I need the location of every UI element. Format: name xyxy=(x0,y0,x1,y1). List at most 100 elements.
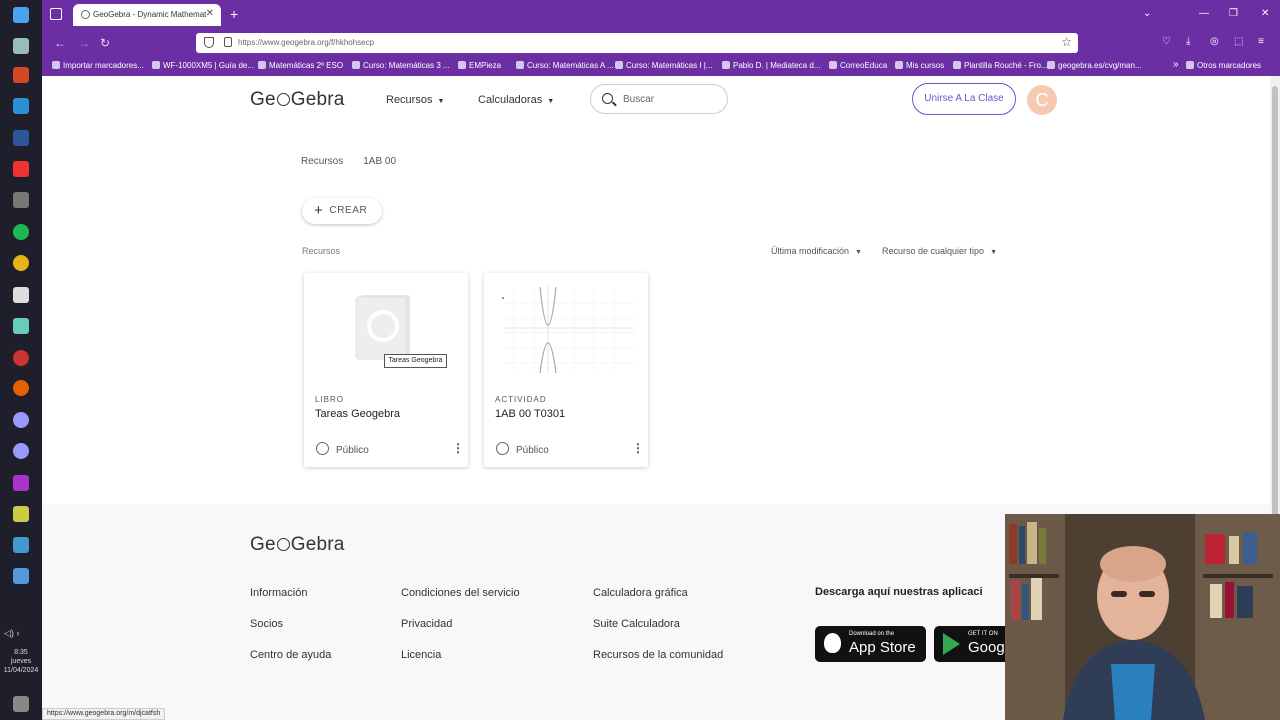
app-icon[interactable] xyxy=(13,475,29,491)
restore-window-icon[interactable]: ❐ xyxy=(1229,8,1238,19)
lock-icon[interactable] xyxy=(224,37,232,47)
pdf-reader-icon[interactable] xyxy=(13,161,29,177)
more-options-icon[interactable]: ⋮ xyxy=(632,441,644,455)
section-label: Recursos xyxy=(302,246,341,256)
clock-time: 8:35 xyxy=(14,649,28,656)
hover-tooltip: Tareas Geogebra xyxy=(384,354,447,368)
file-icon[interactable] xyxy=(13,287,29,303)
other-bookmarks[interactable]: Otros marcadores xyxy=(1186,61,1261,70)
search-placeholder: Buscar xyxy=(623,94,655,105)
footer-link-graphing[interactable]: Calculadora gráfica xyxy=(593,587,688,599)
tracking-shield-icon[interactable] xyxy=(204,37,214,48)
create-button[interactable]: + CREAR xyxy=(302,198,382,224)
back-arrow-icon[interactable]: ← xyxy=(54,36,66,50)
bookmark-item[interactable]: EMPieza xyxy=(458,61,501,70)
geogebra-logo[interactable]: Ge Gebra xyxy=(250,89,345,111)
footer-link-terms[interactable]: Condiciones del servicio xyxy=(401,587,520,599)
bookmark-item[interactable]: CorreoEduca xyxy=(829,61,887,70)
card-type: LIBRO xyxy=(315,395,345,404)
chrome-icon[interactable] xyxy=(13,255,29,271)
system-tray[interactable]: ◁) › xyxy=(4,628,19,639)
powerpoint-icon[interactable] xyxy=(13,67,29,83)
geogebra-icon[interactable] xyxy=(13,443,29,459)
google-play-button[interactable]: GET IT ON Goog xyxy=(934,626,1014,662)
account-icon[interactable]: ◎ xyxy=(1210,36,1219,47)
app-icon[interactable] xyxy=(13,568,29,584)
notifications-icon[interactable] xyxy=(13,696,29,712)
forward-arrow-icon[interactable]: → xyxy=(78,36,90,50)
app-icon[interactable] xyxy=(13,192,29,208)
geogebra-icon[interactable] xyxy=(13,412,29,428)
footer-link-suite[interactable]: Suite Calculadora xyxy=(593,618,680,630)
bookmark-item[interactable]: WF-1000XM5 | Guía de... xyxy=(152,61,254,70)
resource-card-book[interactable]: LIBRO Tareas Geogebra Público ⋮ xyxy=(304,273,468,467)
activity-thumbnail[interactable] xyxy=(484,273,648,383)
firefox-icon[interactable] xyxy=(13,380,29,396)
browser-tab-geogebra[interactable]: GeoGebra - Dynamic Mathemat ✕ xyxy=(73,4,221,26)
tab-list-chevron-icon[interactable]: ⌄ xyxy=(1143,8,1151,19)
calculators-menu-label: Calculadoras xyxy=(478,94,543,106)
bookmark-item[interactable]: Curso: Matemáticas I |... xyxy=(615,61,713,70)
card-title[interactable]: Tareas Geogebra xyxy=(315,408,400,420)
bookmark-item[interactable]: Curso: Matemáticas A ... xyxy=(516,61,614,70)
google-play-small-text: GET IT ON xyxy=(968,631,998,637)
app-icon[interactable] xyxy=(13,537,29,553)
join-class-button[interactable]: Unirse A La Clase xyxy=(912,83,1016,115)
bookmark-item[interactable]: Curso: Matemáticas 3 ... xyxy=(352,61,450,70)
scrollbar-thumb[interactable] xyxy=(1272,86,1278,516)
tab-menu-icon[interactable] xyxy=(50,8,62,20)
card-title[interactable]: 1AB 00 T0301 xyxy=(495,408,565,420)
taskbar-clock[interactable]: 8:35 jueves 11/04/2024 xyxy=(0,648,42,675)
footer-link-license[interactable]: Licencia xyxy=(401,649,441,661)
bookmark-star-icon[interactable]: ☆ xyxy=(1061,35,1072,49)
breadcrumb: Recursos 1AB 00 xyxy=(301,156,396,167)
app-icon[interactable] xyxy=(13,506,29,522)
menu-icon[interactable]: ≡ xyxy=(1258,36,1264,47)
extensions-icon[interactable]: ⬚ xyxy=(1234,36,1243,47)
close-tab-icon[interactable]: ✕ xyxy=(206,8,214,19)
reload-icon[interactable]: ↻ xyxy=(100,36,110,50)
word-icon[interactable] xyxy=(13,130,29,146)
breadcrumb-resources[interactable]: Recursos xyxy=(301,156,343,167)
app-icon[interactable] xyxy=(13,318,29,334)
more-bookmarks-chevron-icon[interactable]: » xyxy=(1173,59,1179,70)
footer-link-info[interactable]: Información xyxy=(250,587,307,599)
google-play-big-text: Goog xyxy=(968,639,1005,656)
close-window-icon[interactable]: ✕ xyxy=(1261,8,1269,19)
bookmark-item[interactable]: Mis cursos xyxy=(895,61,944,70)
resource-card-activity[interactable]: ACTIVIDAD 1AB 00 T0301 Público ⋮ xyxy=(484,273,648,467)
spotify-icon[interactable] xyxy=(13,224,29,240)
avatar[interactable]: C xyxy=(1027,85,1057,115)
bookmark-item[interactable]: Pablo D. | Mediateca d... xyxy=(722,61,820,70)
bookmark-item[interactable]: Plantilla Rouché - Fro... xyxy=(953,61,1048,70)
bookmark-item[interactable]: geogebra.es/cvg/man... xyxy=(1047,61,1142,70)
windows-start-icon[interactable] xyxy=(13,7,29,23)
webcam-overlay xyxy=(1005,514,1280,720)
resources-menu[interactable]: Recursos ▼ xyxy=(386,94,444,106)
address-bar[interactable]: https://www.geogebra.org/f/hkhohsecp ☆ xyxy=(196,33,1078,53)
breadcrumb-current: 1AB 00 xyxy=(363,156,397,167)
apple-icon xyxy=(824,633,841,653)
footer-link-help[interactable]: Centro de ayuda xyxy=(250,649,331,661)
bookmark-item[interactable]: Matemáticas 2º ESO xyxy=(258,61,343,70)
sort-label: Última modificación xyxy=(771,246,850,256)
footer-link-community[interactable]: Recursos de la comunidad xyxy=(593,649,723,661)
footer-link-privacy[interactable]: Privacidad xyxy=(401,618,452,630)
app-store-button[interactable]: Download on the App Store xyxy=(815,626,926,662)
bookmark-item[interactable]: Importar marcadores... xyxy=(52,61,144,70)
minimize-window-icon[interactable]: — xyxy=(1199,8,1209,19)
sort-dropdown[interactable]: Última modificación ▼ xyxy=(771,246,862,256)
cloud-app-icon[interactable] xyxy=(13,38,29,54)
more-options-icon[interactable]: ⋮ xyxy=(452,441,464,455)
new-tab-button[interactable]: + xyxy=(230,6,238,22)
caret-down-icon: ▼ xyxy=(990,249,997,256)
app-icon[interactable] xyxy=(13,350,29,366)
search-input[interactable]: Buscar xyxy=(590,84,728,114)
footer-link-partners[interactable]: Socios xyxy=(250,618,283,630)
type-filter-dropdown[interactable]: Recurso de cualquier tipo ▼ xyxy=(882,246,997,256)
pocket-icon[interactable]: ♡ xyxy=(1162,36,1171,47)
edge-icon[interactable] xyxy=(13,98,29,114)
footer-geogebra-logo[interactable]: Ge Gebra xyxy=(250,534,345,556)
calculators-menu[interactable]: Calculadoras ▼ xyxy=(478,94,554,106)
downloads-icon[interactable]: ⤓ xyxy=(1186,36,1190,47)
